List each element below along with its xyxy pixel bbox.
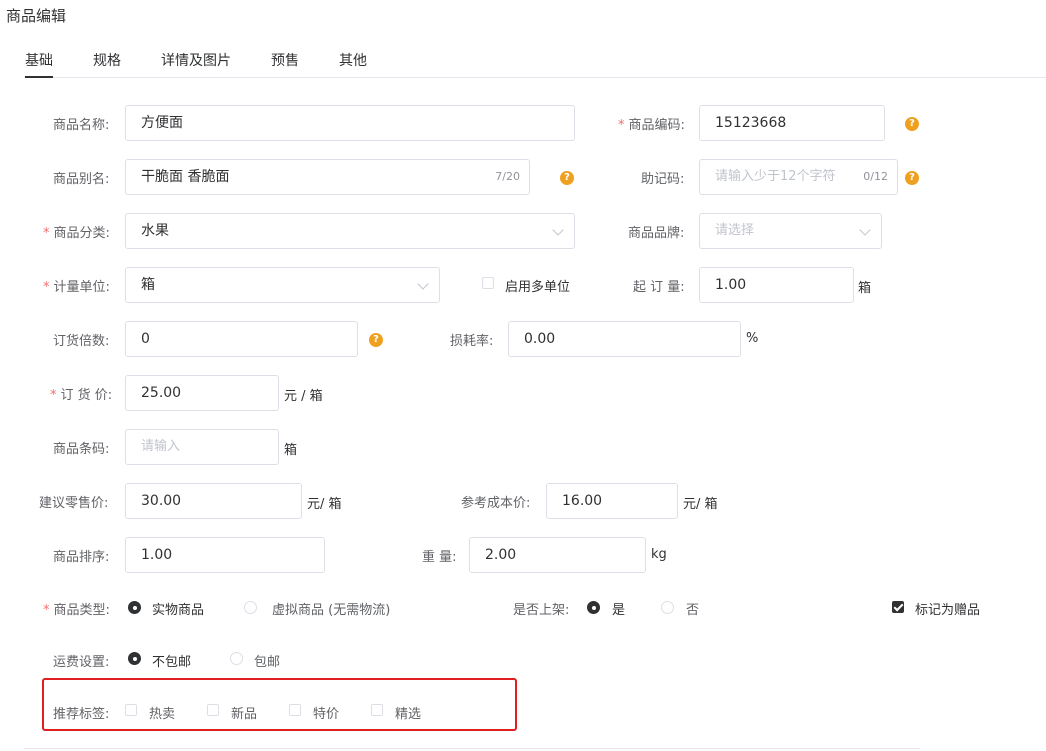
barcode-label: 商品条码:: [53, 442, 110, 457]
tag-special-checkbox[interactable]: [289, 704, 301, 716]
gift-label: 标记为赠品: [915, 603, 981, 618]
highlight-box: [42, 678, 517, 731]
mnemonic-placeholder: 请输入少于12个字符: [715, 169, 836, 184]
mnemonic-counter: 0/12: [863, 170, 888, 183]
chevron-down-icon: [859, 224, 871, 236]
type-virtual-label: 虚拟商品 (无需物流): [272, 603, 391, 618]
tag-hot-checkbox[interactable]: [125, 704, 137, 716]
tag-special-label: 特价: [313, 707, 340, 722]
type-physical-radio[interactable]: [128, 601, 141, 614]
barcode-input[interactable]: 请输入: [125, 429, 279, 465]
mnemonic-label: 助记码:: [641, 172, 685, 187]
tag-featured-label: 精选: [395, 707, 422, 722]
type-label: * 商品类型:: [43, 603, 110, 618]
multi-unit-checkbox[interactable]: [482, 277, 494, 289]
order-price-label: * 订 货 价:: [50, 388, 113, 403]
alias-label: 商品别名:: [53, 172, 110, 187]
code-label: * 商品编码:: [618, 118, 685, 133]
order-multiple-help-icon[interactable]: ?: [369, 333, 383, 347]
mnemonic-help-icon[interactable]: ?: [905, 171, 919, 185]
weight-input[interactable]: 2.00: [469, 537, 646, 573]
type-virtual-radio[interactable]: [244, 601, 257, 614]
brand-placeholder: 请选择: [715, 223, 755, 238]
tab-details-images[interactable]: 详情及图片: [161, 50, 231, 70]
alias-value: 干脆面 香脆面: [141, 169, 230, 185]
tag-new-checkbox[interactable]: [207, 704, 219, 716]
min-order-label: 起 订 量:: [633, 280, 685, 295]
retail-price-unit: 元/ 箱: [307, 497, 342, 512]
category-select[interactable]: 水果: [125, 213, 575, 249]
tab-presale[interactable]: 预售: [271, 50, 299, 70]
code-help-icon[interactable]: ?: [905, 117, 919, 131]
tab-bar: 基础 规格 详情及图片 预售 其他: [0, 40, 1046, 78]
shipping-not-free-label: 不包邮: [152, 655, 192, 670]
order-multiple-label: 订货倍数:: [53, 334, 110, 349]
code-input[interactable]: 15123668: [699, 105, 885, 141]
tab-basic[interactable]: 基础: [25, 50, 53, 70]
on-shelf-yes-radio[interactable]: [587, 601, 600, 614]
name-label: 商品名称:: [53, 118, 110, 133]
alias-input[interactable]: 干脆面 香脆面 7/20: [125, 159, 530, 195]
loss-rate-input[interactable]: 0.00: [508, 321, 741, 357]
weight-unit: kg: [651, 547, 667, 562]
tab-other[interactable]: 其他: [339, 50, 367, 70]
page-title: 商品编辑: [6, 7, 67, 25]
gift-checkbox[interactable]: [892, 601, 904, 613]
unit-select[interactable]: 箱: [125, 267, 440, 303]
on-shelf-label: 是否上架:: [513, 603, 570, 618]
unit-label: * 计量单位:: [43, 280, 110, 295]
tags-label: 推荐标签:: [53, 707, 110, 722]
shipping-label: 运费设置:: [53, 655, 110, 670]
ref-cost-unit: 元/ 箱: [683, 497, 718, 512]
unit-value: 箱: [141, 277, 155, 293]
shipping-free-label: 包邮: [254, 655, 281, 670]
on-shelf-no-label: 否: [686, 603, 700, 618]
type-physical-label: 实物商品: [152, 603, 205, 618]
sort-input[interactable]: 1.00: [125, 537, 325, 573]
chevron-down-icon: [552, 224, 564, 236]
category-value: 水果: [141, 223, 169, 239]
active-tab-indicator: [25, 76, 53, 78]
brand-label: 商品品牌:: [628, 226, 685, 241]
sort-label: 商品排序:: [53, 550, 110, 565]
weight-label: 重 量:: [422, 550, 457, 565]
alias-counter: 7/20: [495, 170, 520, 183]
multi-unit-label: 启用多单位: [505, 280, 571, 295]
ref-cost-label: 参考成本价:: [461, 496, 531, 511]
bottom-divider: [24, 748, 920, 749]
barcode-unit: 箱: [284, 443, 298, 458]
order-price-unit: 元 / 箱: [284, 389, 323, 404]
category-label: * 商品分类:: [43, 226, 110, 241]
tab-divider: [24, 77, 1046, 78]
loss-rate-unit: %: [746, 331, 759, 346]
min-order-unit: 箱: [858, 281, 872, 296]
name-input[interactable]: 方便面: [125, 105, 575, 141]
on-shelf-yes-label: 是: [612, 603, 626, 618]
retail-price-label: 建议零售价:: [39, 496, 109, 511]
chevron-down-icon: [417, 278, 429, 290]
retail-price-input[interactable]: 30.00: [125, 483, 302, 519]
shipping-free-radio[interactable]: [230, 652, 243, 665]
tab-spec[interactable]: 规格: [93, 50, 121, 70]
shipping-not-free-radio[interactable]: [128, 652, 141, 665]
alias-help-icon[interactable]: ?: [560, 171, 574, 185]
brand-select[interactable]: 请选择: [699, 213, 882, 249]
tag-featured-checkbox[interactable]: [371, 704, 383, 716]
ref-cost-input[interactable]: 16.00: [546, 483, 678, 519]
tag-new-label: 新品: [231, 707, 258, 722]
mnemonic-input[interactable]: 请输入少于12个字符 0/12: [699, 159, 898, 195]
tag-hot-label: 热卖: [149, 707, 176, 722]
min-order-input[interactable]: 1.00: [699, 267, 854, 303]
order-multiple-input[interactable]: 0: [125, 321, 358, 357]
order-price-input[interactable]: 25.00: [125, 375, 279, 411]
on-shelf-no-radio[interactable]: [661, 601, 674, 614]
loss-rate-label: 损耗率:: [450, 334, 494, 349]
